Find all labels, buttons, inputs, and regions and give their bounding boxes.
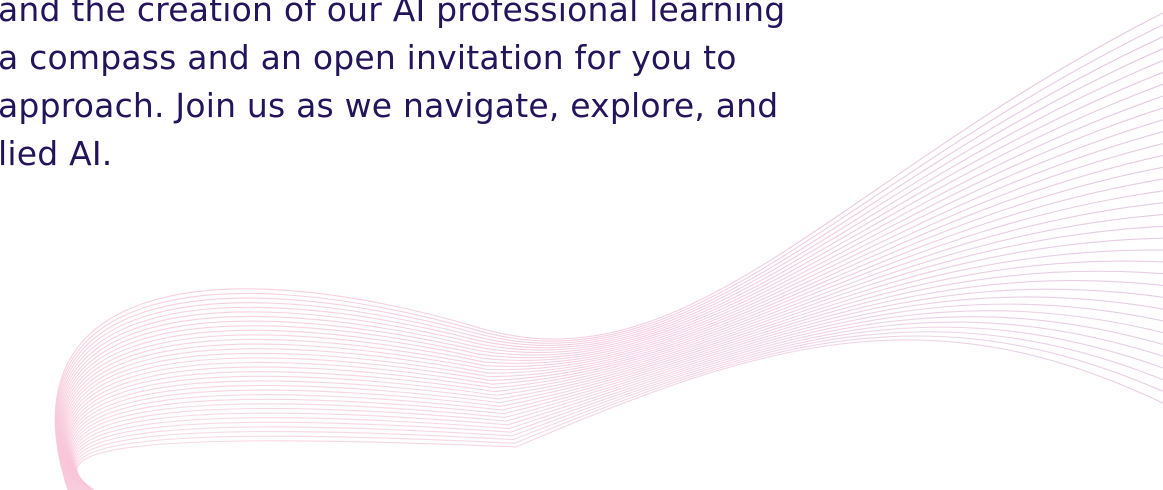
wave-line	[62, 143, 1163, 490]
paragraph-line-3: approach. Join us as we navigate, explor…	[0, 86, 779, 125]
wave-line	[64, 190, 1163, 490]
wave-line	[65, 202, 1163, 490]
paragraph-line-1: and the creation of our AI professional …	[0, 0, 786, 29]
paragraph-line-4: lied AI.	[0, 134, 113, 173]
wave-line	[68, 260, 1163, 490]
wave-line	[64, 178, 1163, 490]
wave-line	[62, 154, 1163, 490]
paragraph-line-2: a compass and an open invitation for you…	[0, 38, 737, 77]
intro-paragraph: and the creation of our AI professional …	[0, 0, 958, 178]
page: and the creation of our AI professional …	[0, 0, 1163, 490]
wave-line	[67, 237, 1163, 490]
wave-line	[68, 249, 1163, 490]
